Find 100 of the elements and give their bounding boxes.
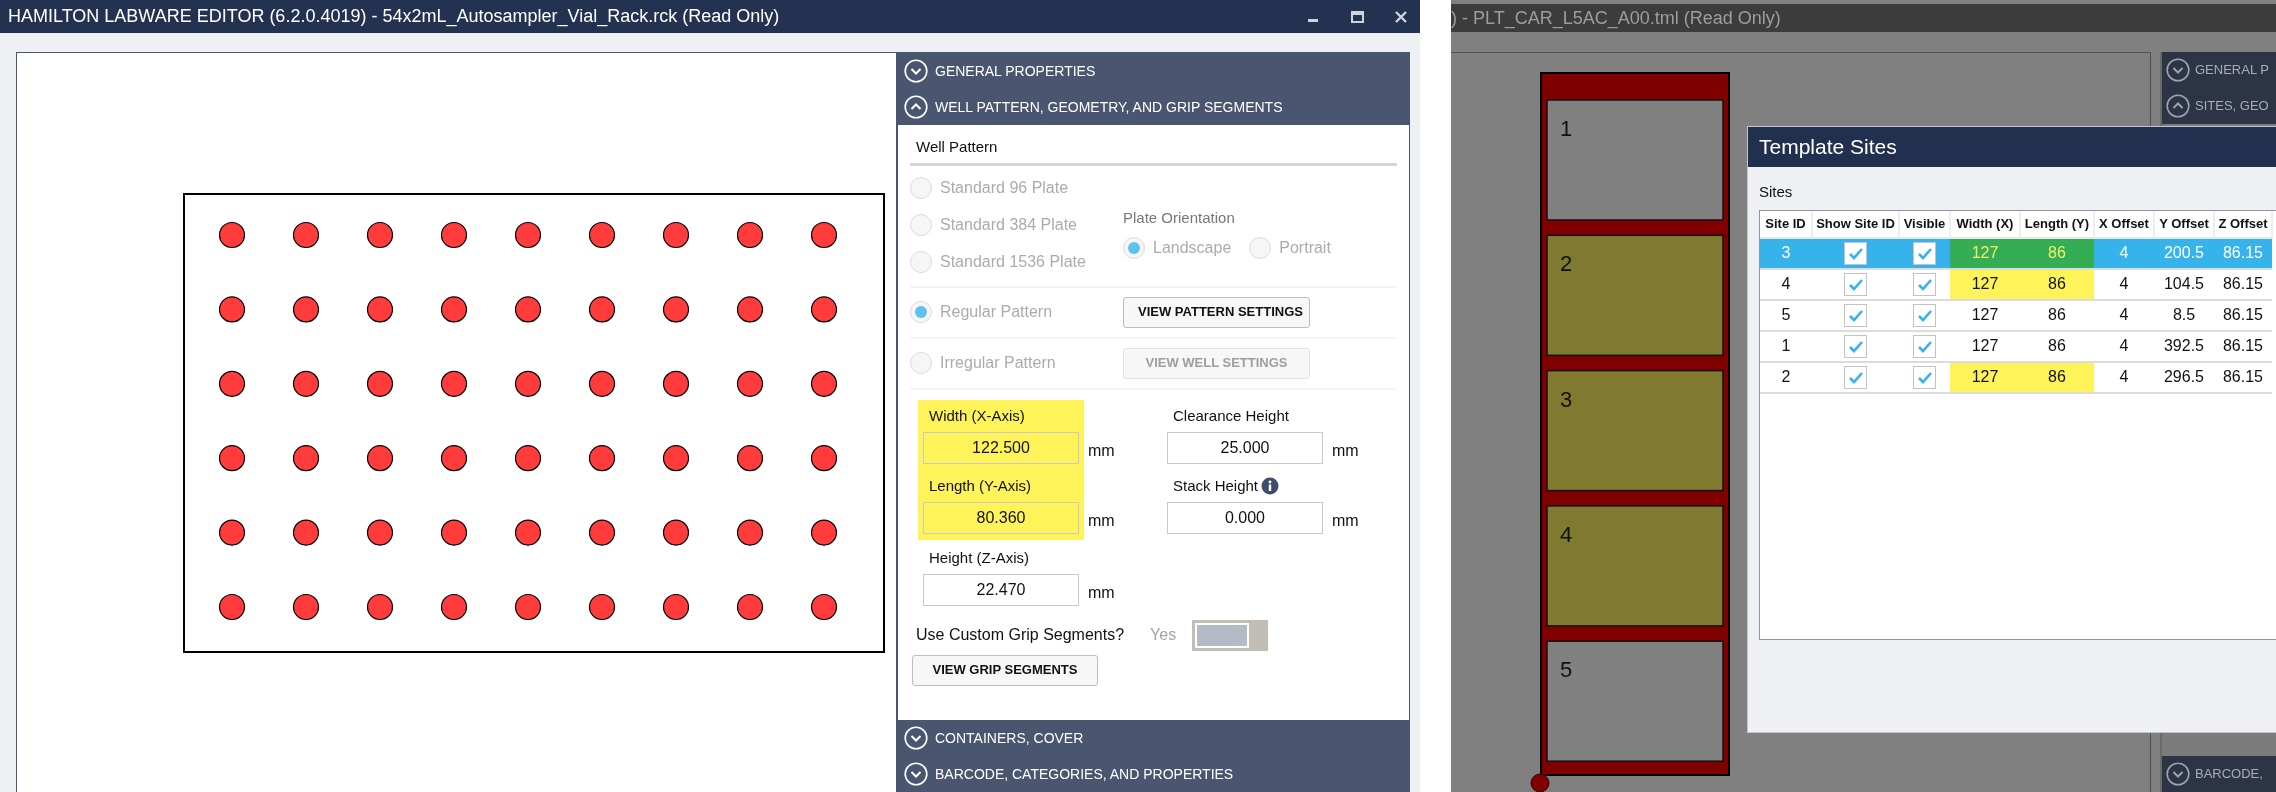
number-field[interactable]: 0.000: [1167, 501, 1323, 534]
check-icon: [1847, 246, 1864, 261]
checkbox[interactable]: [1913, 335, 1936, 359]
carrier-site: 2: [1546, 234, 1724, 357]
section-header[interactable]: GENERAL PROPERTIES: [898, 53, 1409, 89]
group-label: Sites: [1759, 182, 1793, 202]
carrier-site: 1: [1546, 99, 1724, 221]
carrier-site: 5: [1546, 640, 1724, 762]
dialog-title: Template Sites: [1759, 134, 1897, 161]
column-header[interactable]: X Offset: [2094, 210, 2154, 238]
unit-label: mm: [1332, 510, 1359, 531]
table-cell: 2: [1760, 361, 1812, 393]
table-row[interactable]: 4 127 86 4 104.5 86.15: [1760, 268, 2272, 300]
carrier-site: 4: [1546, 505, 1724, 627]
section-header[interactable]: CONTAINERS, COVER: [898, 720, 1409, 756]
checkbox[interactable]: [1844, 242, 1867, 266]
field-label: Use Custom Grip Segments?: [916, 625, 1125, 645]
table-cell: 86: [2020, 268, 2094, 300]
table-cell: 127: [1950, 237, 2020, 269]
unit-label: mm: [1332, 440, 1359, 461]
column-header[interactable]: Z Offset: [2214, 210, 2272, 238]
table-cell: 1: [1760, 330, 1812, 362]
radio-button[interactable]: [910, 176, 932, 199]
unit-label: mm: [1088, 440, 1115, 461]
unit-label: mm: [1088, 582, 1115, 603]
radio-button[interactable]: [1249, 236, 1272, 259]
checkbox[interactable]: [1844, 304, 1867, 328]
check-icon: [1847, 370, 1864, 385]
table-cell: 392.5: [2154, 330, 2214, 362]
radio-button[interactable]: [1123, 236, 1145, 259]
checkbox[interactable]: [1844, 335, 1867, 359]
number-field[interactable]: 25.000: [1167, 431, 1323, 464]
table-cell: 4: [2094, 268, 2154, 300]
check-icon: [1916, 277, 1933, 292]
column-header[interactable]: Show Site ID: [1812, 210, 1899, 238]
column-header[interactable]: Length (Y): [2020, 210, 2094, 238]
radio-button[interactable]: [910, 213, 932, 236]
table-cell: 86: [2020, 299, 2094, 331]
table-cell: 4: [2094, 237, 2154, 269]
section-header[interactable]: BARCODE, CATEGORIES, AND PROPERTIES: [898, 756, 1409, 792]
table-cell: 86.15: [2214, 299, 2272, 331]
field-label: Clearance Height: [1173, 405, 1289, 426]
table-cell: 3: [1760, 237, 1812, 269]
table-cell: 4: [2094, 299, 2154, 331]
table-cell: 86: [2020, 237, 2094, 269]
number-field[interactable]: 22.470: [923, 573, 1079, 606]
number-field[interactable]: 80.360: [923, 501, 1079, 534]
checkbox[interactable]: [1913, 273, 1936, 297]
checkbox[interactable]: [1913, 304, 1936, 328]
checkbox[interactable]: [1913, 366, 1936, 390]
window-title: HAMILTON LABWARE EDITOR (6.2.0.4019) - 54x2mL_Autosampler_Vial_Rack.rck (Read Only): [8, 5, 781, 29]
check-icon: [1847, 308, 1864, 323]
table-cell: 296.5: [2154, 361, 2214, 393]
table-cell: 200.5: [2154, 237, 2214, 269]
checkbox[interactable]: [1844, 366, 1867, 390]
section-header[interactable]: BARCODE,: [2162, 756, 2276, 792]
table-cell: 86.15: [2214, 330, 2272, 362]
table-cell: 104.5: [2154, 268, 2214, 300]
radio-button[interactable]: [910, 301, 932, 323]
field-label: Height (Z-Axis): [929, 547, 1029, 568]
table-row[interactable]: 1 127 86 4 392.5 86.15: [1760, 330, 2272, 362]
table-cell: 86.15: [2214, 237, 2272, 269]
number-field[interactable]: 122.500: [923, 431, 1079, 464]
radio-button[interactable]: [910, 250, 932, 273]
window-title: ) - PLT_CAR_L5AC_A00.tml (Read Only): [1451, 6, 1781, 31]
table-row[interactable]: 2 127 86 4 296.5 86.15: [1760, 361, 2272, 393]
table-cell: 86: [2020, 330, 2094, 362]
section-header[interactable]: WELL PATTERN, GEOMETRY, AND GRIP SEGMENTS: [898, 89, 1409, 125]
table-cell: 127: [1950, 330, 2020, 362]
carrier-site: 3: [1546, 369, 1724, 492]
checkbox[interactable]: [1844, 273, 1867, 297]
column-header[interactable]: Visible: [1899, 210, 1950, 238]
table-cell: 127: [1950, 268, 2020, 300]
radio-button[interactable]: [910, 352, 932, 374]
table-cell: 4: [1760, 268, 1812, 300]
table-cell: 86.15: [2214, 361, 2272, 393]
check-icon: [1916, 308, 1933, 323]
table-cell: 8.5: [2154, 299, 2214, 331]
section-header[interactable]: SITES, GEO: [2162, 88, 2276, 124]
group-label: Plate Orientation: [1123, 207, 1235, 228]
check-icon: [1847, 277, 1864, 292]
toggle-label: Yes: [1150, 625, 1177, 645]
field-label: Length (Y-Axis): [929, 475, 1031, 496]
section-title: Well Pattern: [916, 137, 998, 157]
check-icon: [1916, 339, 1933, 354]
table-cell: 86: [2020, 361, 2094, 393]
section-header[interactable]: GENERAL P: [2162, 52, 2276, 88]
checkbox[interactable]: [1913, 242, 1936, 266]
check-icon: [1916, 246, 1933, 261]
table-row[interactable]: 5 127 86 4 8.5 86.15: [1760, 299, 2272, 331]
column-header[interactable]: Y Offset: [2154, 210, 2214, 238]
field-label: Stack Height: [1173, 475, 1259, 496]
column-header[interactable]: Width (X): [1950, 210, 2020, 238]
unit-label: mm: [1088, 510, 1115, 531]
table-cell: 86.15: [2214, 268, 2272, 300]
table-cell: 5: [1760, 299, 1812, 331]
view-settings-button[interactable]: VIEW PATTERN SETTINGS: [1123, 296, 1310, 328]
table-cell: 127: [1950, 299, 2020, 331]
check-icon: [1916, 370, 1933, 385]
column-header[interactable]: Site ID: [1760, 210, 1812, 238]
